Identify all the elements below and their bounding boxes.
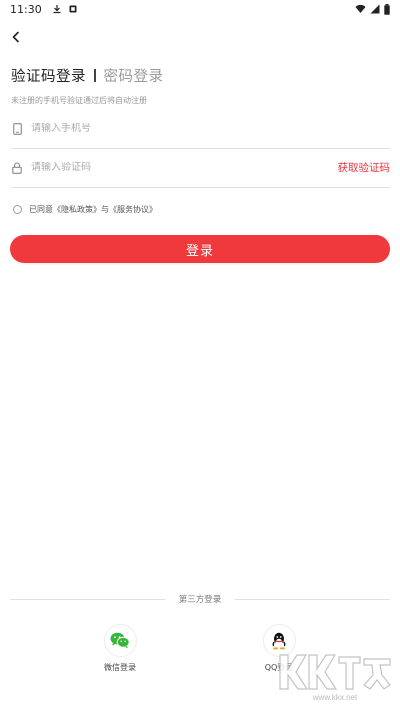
status-right xyxy=(355,3,390,15)
phone-input[interactable] xyxy=(31,123,390,134)
divider-line-left xyxy=(10,598,165,600)
wechat-icon xyxy=(110,632,130,649)
battery-icon xyxy=(384,3,390,15)
third-party-divider: 第三方登录 xyxy=(10,592,391,606)
agreement-text[interactable]: 已同意《隐私政策》与《服务协议》 xyxy=(29,204,157,215)
status-bar: 11:30 xyxy=(0,0,400,18)
kkx-watermark-logo: www.kkx.net xyxy=(279,654,391,702)
wifi-icon xyxy=(355,4,366,13)
chevron-left-icon xyxy=(12,31,19,43)
qq-icon xyxy=(272,632,286,649)
tab-password-login[interactable]: 密码登录 xyxy=(104,65,164,86)
code-input[interactable] xyxy=(31,162,338,173)
third-party-title: 第三方登录 xyxy=(178,595,222,605)
download-icon xyxy=(53,5,61,14)
agreement-checkbox[interactable] xyxy=(13,205,22,214)
phone-field xyxy=(11,109,390,149)
tab-separator xyxy=(94,68,96,82)
back-button[interactable] xyxy=(6,27,26,47)
tab-sms-login[interactable]: 验证码登录 xyxy=(11,65,86,86)
signal-icon xyxy=(370,4,380,14)
wechat-login-button[interactable] xyxy=(103,624,137,657)
status-time: 11:30 xyxy=(10,2,42,16)
login-mode-tabs: 验证码登录 密码登录 xyxy=(11,64,164,86)
code-field: 获取验证码 xyxy=(11,148,390,188)
get-code-button[interactable]: 获取验证码 xyxy=(338,160,391,175)
lock-icon xyxy=(11,161,23,175)
login-button-label: 登录 xyxy=(185,243,214,259)
phone-icon xyxy=(11,122,23,136)
agreement-row: 已同意《隐私政策》与《服务协议》 xyxy=(13,204,157,215)
wechat-login[interactable]: 微信登录 xyxy=(90,624,150,673)
login-button[interactable]: 登录 xyxy=(10,235,390,263)
svg-text:www.kkx.net: www.kkx.net xyxy=(312,693,358,702)
notification-icon xyxy=(69,5,77,13)
wechat-login-label: 微信登录 xyxy=(104,663,136,672)
register-hint: 未注册的手机号验证通过后将自动注册 xyxy=(11,96,147,105)
divider-line-right xyxy=(235,598,391,600)
